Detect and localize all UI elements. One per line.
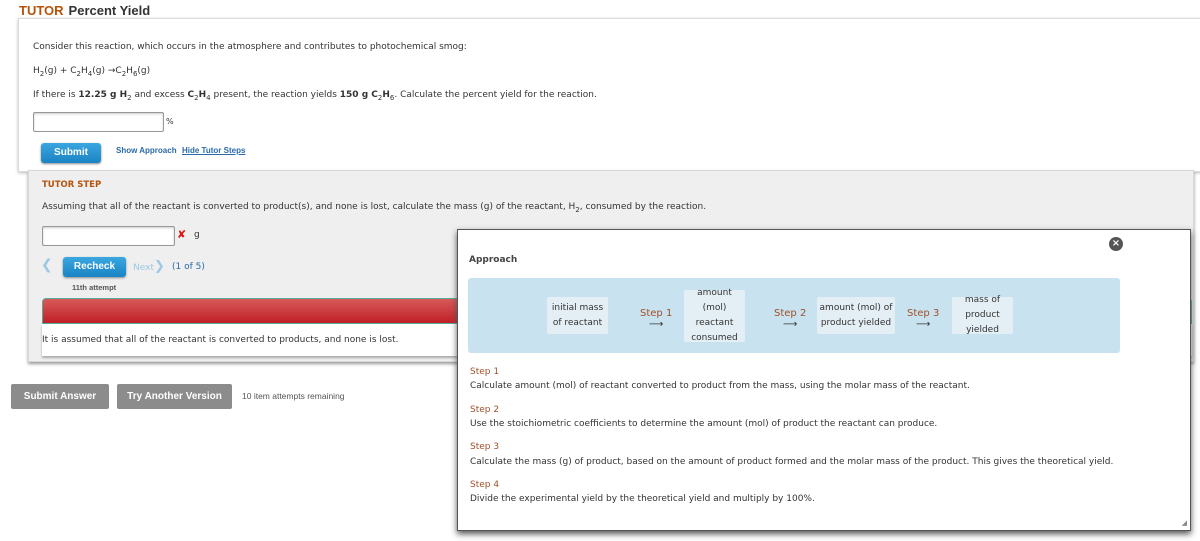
submit-answer-button[interactable]: Submit Answer: [11, 384, 109, 409]
flow-box: mass of product yielded: [952, 295, 1013, 335]
flow-arrow: Step 2 ⟶: [774, 308, 807, 330]
next-button[interactable]: Next❯: [133, 259, 165, 274]
tutor-step-prompt: Assuming that all of the reactant is con…: [42, 202, 706, 214]
text-segment: H: [33, 66, 40, 76]
arrow-right-icon: ⟶: [782, 319, 798, 330]
approach-flow: initial mass of reactant Step 1 ⟶ amount …: [468, 278, 1120, 353]
error-x-icon: ✘: [177, 228, 187, 241]
flow-arrow: Step 1 ⟶: [640, 308, 673, 330]
try-another-version-button[interactable]: Try Another Version: [117, 384, 232, 409]
text-segment: present, the reaction yields: [210, 90, 340, 100]
text-segment: H: [126, 66, 133, 76]
show-approach-link[interactable]: Show Approach: [116, 146, 177, 155]
arrow-right-icon: ⟶: [648, 319, 664, 330]
flow-arrow: Step 3 ⟶: [907, 308, 940, 330]
hide-tutor-steps-link[interactable]: Hide Tutor Steps: [182, 146, 245, 155]
submit-button[interactable]: Submit: [41, 143, 101, 163]
step-progress: (1 of 5): [172, 262, 205, 272]
mass-input[interactable]: [42, 226, 175, 246]
question-prompt: If there is 12.25 g H2 and excess C2H4 p…: [33, 90, 597, 102]
tutor-step-heading: TUTOR STEP: [42, 180, 102, 190]
step-label: Step 4: [470, 480, 500, 490]
flow-box: amount (mol) of product yielded: [817, 297, 895, 334]
flow-box: amount (mol) reactant consumed: [684, 288, 745, 343]
arrow-right-icon: ⟶: [915, 319, 931, 330]
recheck-button[interactable]: Recheck: [63, 257, 126, 277]
gram-unit: g: [194, 230, 200, 240]
text-segment: H: [81, 66, 88, 76]
text-segment: If there is: [33, 90, 79, 100]
approach-title: Approach: [469, 255, 518, 265]
title-text: Percent Yield: [68, 3, 151, 18]
text-segment: , consumed by the reaction.: [579, 202, 707, 212]
approach-dialog: × Approach initial mass of reactant Step…: [457, 229, 1191, 531]
step-label: Step 2: [470, 405, 500, 415]
attempt-count: 11th attempt: [72, 283, 117, 292]
text-segment: (g) →C: [92, 66, 122, 76]
text-segment: Assuming that all of the reactant is con…: [42, 202, 576, 212]
text-segment: . Calculate the percent yield for the re…: [394, 90, 597, 100]
step-text: Calculate amount (mol) of reactant conve…: [470, 381, 970, 391]
text-segment: 12.25 g H: [78, 90, 128, 100]
step-text: Calculate the mass (g) of product, based…: [470, 457, 1114, 467]
question-panel: Consider this reaction, which occurs in …: [18, 18, 1200, 172]
close-icon[interactable]: ×: [1109, 237, 1123, 251]
resize-handle-icon[interactable]: ◢: [1182, 519, 1187, 527]
feedback-text: It is assumed that all of the reactant i…: [42, 335, 399, 345]
step-label: Step 1: [470, 367, 500, 377]
text-segment: 150 g C: [339, 90, 378, 100]
page-title: TUTOR Percent Yield: [19, 3, 150, 18]
text-segment: and excess: [131, 90, 188, 100]
text-segment: (g) + C: [44, 66, 77, 76]
step-text: Use the stoichiometric coefficients to d…: [470, 419, 938, 429]
next-chevron-icon: ❯: [153, 259, 165, 274]
tutor-tag: TUTOR: [19, 3, 64, 18]
text-segment: (g): [137, 66, 151, 76]
previous-chevron-icon[interactable]: ❮: [41, 257, 53, 273]
next-label: Next: [133, 263, 154, 273]
reaction-equation: H2(g) + C2H4(g) →C2H6(g): [33, 66, 150, 78]
text-segment: H: [382, 90, 390, 100]
step-text: Divide the experimental yield by the the…: [470, 494, 815, 504]
step-label: Step 3: [470, 442, 500, 452]
flow-box: initial mass of reactant: [547, 297, 608, 334]
attempts-remaining: 10 item attempts remaining: [242, 391, 345, 401]
question-intro: Consider this reaction, which occurs in …: [33, 42, 467, 52]
percent-yield-input[interactable]: [33, 112, 164, 132]
percent-unit: %: [166, 117, 174, 126]
